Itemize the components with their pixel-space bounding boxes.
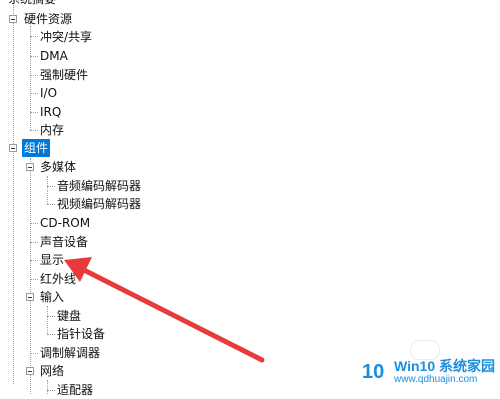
- watermark-url: www.qdhuajin.com: [394, 374, 478, 385]
- site-watermark: 10 Win10 系统家园 www.qdhuajin.com: [362, 356, 496, 390]
- watermark-logo: 10: [362, 361, 385, 383]
- watermark-title: Win10 系统家园: [394, 358, 495, 374]
- annotation-arrow-icon: [64, 257, 265, 363]
